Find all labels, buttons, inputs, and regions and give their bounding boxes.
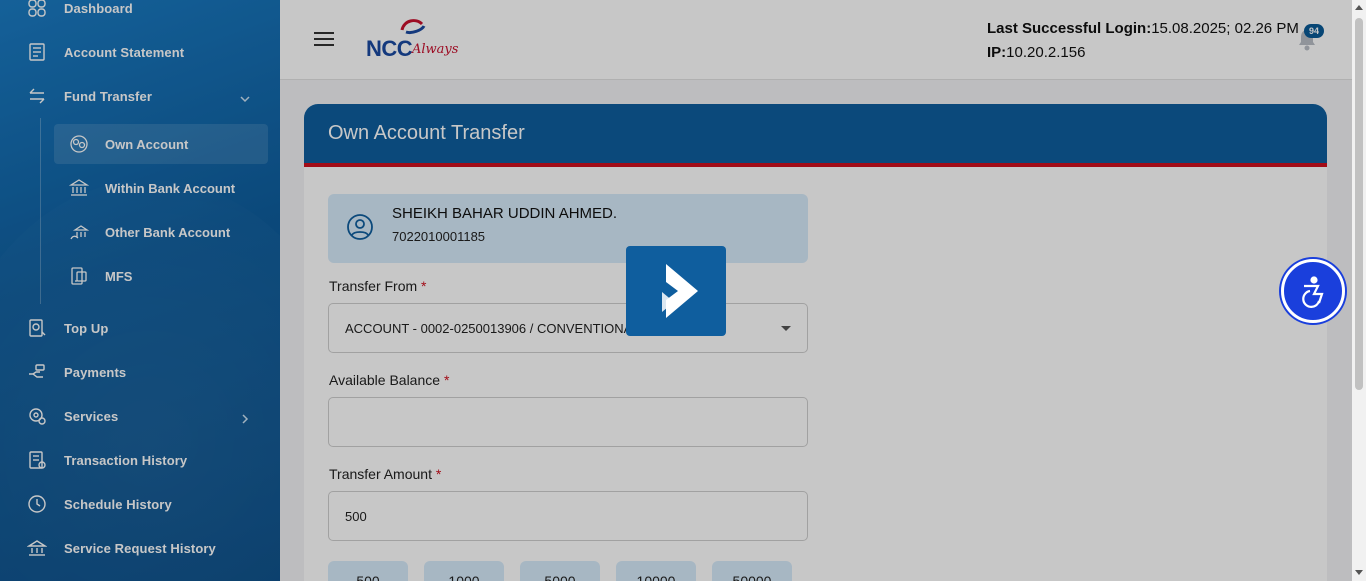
accessibility-button[interactable]	[1281, 259, 1345, 323]
scroll-down-icon[interactable]	[1355, 570, 1363, 575]
scroll-thumb[interactable]	[1355, 18, 1363, 390]
accessibility-icon	[1302, 276, 1324, 308]
loader-logo-icon	[662, 264, 698, 318]
scroll-up-icon[interactable]	[1355, 5, 1363, 10]
page-scrollbar[interactable]	[1352, 0, 1366, 581]
loading-spinner	[626, 246, 726, 336]
